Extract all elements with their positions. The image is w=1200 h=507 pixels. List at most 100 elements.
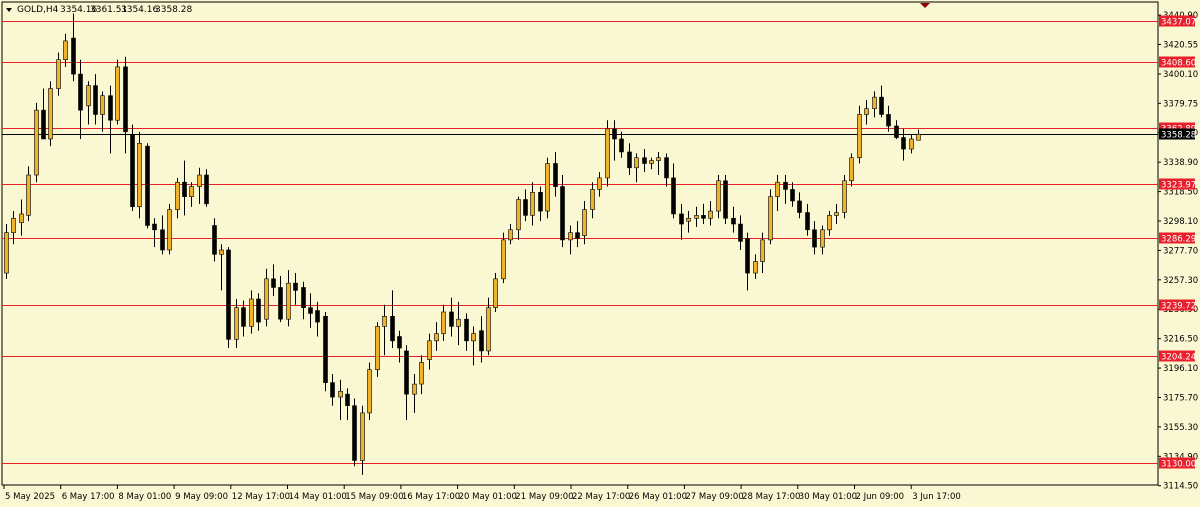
level-label: 3323.97 bbox=[1159, 178, 1196, 191]
candle-body-bull bbox=[694, 215, 699, 219]
candle-body-bear bbox=[805, 212, 810, 231]
candle-body-bear bbox=[894, 125, 899, 138]
x-tick-label: 16 May 17:00 bbox=[402, 492, 460, 502]
x-tick-label: 21 May 09:00 bbox=[515, 492, 573, 502]
candle-body-bull bbox=[189, 186, 194, 197]
candle-body-bear bbox=[627, 151, 632, 169]
low-value: 3354.16 bbox=[121, 5, 158, 15]
candle-body-bull bbox=[708, 210, 713, 219]
candle-body-bear bbox=[449, 311, 454, 327]
candle-body-bull bbox=[63, 40, 68, 60]
candle-body-bear bbox=[145, 145, 150, 226]
candle bbox=[48, 81, 53, 147]
candle-body-bull bbox=[427, 340, 432, 360]
candle-body-bull bbox=[827, 215, 832, 231]
x-tick-label: 28 May 17:00 bbox=[742, 492, 800, 502]
candle-body-bull bbox=[137, 142, 142, 208]
candle-body-bear bbox=[553, 163, 558, 187]
y-tick-label: 3420.55 bbox=[1163, 40, 1198, 50]
candle-body-bear bbox=[523, 199, 528, 216]
candle bbox=[501, 232, 506, 284]
candle-body-bear bbox=[78, 73, 83, 111]
candle-body-bull bbox=[768, 196, 773, 241]
candle-body-bear bbox=[812, 229, 817, 248]
candle-body-bear bbox=[797, 200, 802, 213]
candle-body-bear bbox=[345, 393, 350, 407]
level-label: 3204.24 bbox=[1159, 350, 1196, 363]
candle-body-bear bbox=[108, 95, 113, 121]
candle bbox=[352, 398, 357, 467]
candle-body-bear bbox=[278, 287, 283, 320]
y-tick-label: 3114.50 bbox=[1163, 482, 1198, 492]
chart-background bbox=[0, 0, 1200, 507]
x-tick-label: 9 May 09:00 bbox=[175, 492, 228, 502]
candle bbox=[545, 157, 550, 219]
candle-body-bear bbox=[330, 382, 335, 398]
candle-body-bull bbox=[834, 212, 839, 216]
candle-body-bull bbox=[412, 383, 417, 395]
candle-body-bull bbox=[382, 316, 387, 327]
candle-body-bull bbox=[219, 249, 224, 255]
candle-body-bear bbox=[723, 180, 728, 219]
candle-body-bull bbox=[753, 261, 758, 274]
candle-body-bull bbox=[501, 239, 506, 280]
candle bbox=[137, 131, 142, 219]
current-price-label: 3358.28 bbox=[1159, 128, 1196, 141]
candle-body-bear bbox=[464, 318, 469, 342]
candle-body-bull bbox=[115, 66, 120, 121]
candle-body-bear bbox=[701, 215, 706, 219]
candle-body-bull bbox=[760, 239, 765, 262]
candle-body-bull bbox=[19, 213, 24, 223]
x-tick-label: 15 May 09:00 bbox=[345, 492, 403, 502]
candle-body-bull bbox=[597, 177, 602, 190]
candle bbox=[375, 322, 380, 377]
candle-body-bear bbox=[41, 109, 46, 140]
level-label: 3239.72 bbox=[1159, 299, 1196, 312]
price-chart[interactable]: 3440.903420.553400.103379.753359.403338.… bbox=[0, 0, 1200, 507]
candle-body-bull bbox=[530, 192, 535, 216]
candle-body-bear bbox=[790, 189, 795, 202]
candle bbox=[167, 203, 172, 255]
candle-body-bear bbox=[619, 138, 624, 153]
level-label: 3130.00 bbox=[1159, 457, 1196, 470]
candle-body-bull bbox=[100, 95, 105, 115]
candle-body-bull bbox=[48, 88, 53, 140]
x-tick-label: 6 May 17:00 bbox=[62, 492, 115, 502]
candle-body-bull bbox=[11, 217, 16, 233]
candle-body-bear bbox=[241, 307, 246, 327]
level-label: 3286.29 bbox=[1159, 232, 1196, 245]
candle-body-bear bbox=[301, 287, 306, 308]
y-tick-label: 3257.30 bbox=[1163, 276, 1198, 286]
candle-body-bear bbox=[226, 249, 231, 340]
x-tick-label: 12 May 17:00 bbox=[232, 492, 290, 502]
candle-body-bull bbox=[909, 138, 914, 150]
level-label-text: 3323.97 bbox=[1161, 181, 1196, 191]
close-value: 3358.28 bbox=[155, 5, 192, 15]
candle-body-bear bbox=[479, 330, 484, 352]
candle bbox=[367, 362, 372, 421]
y-tick-label: 3277.70 bbox=[1163, 246, 1198, 256]
candle bbox=[130, 124, 135, 212]
candle-body-bull bbox=[456, 318, 461, 327]
symbol-info: GOLD,H4 3354.16 3361.51 3354.16 3358.28 bbox=[6, 5, 192, 15]
candle-body-bear bbox=[390, 316, 395, 342]
y-tick-label: 3298.10 bbox=[1163, 217, 1198, 227]
x-tick-label: 3 Jun 17:00 bbox=[912, 492, 961, 502]
candle-body-bull bbox=[360, 412, 365, 461]
level-label: 3437.07 bbox=[1159, 15, 1196, 28]
candle-body-bull bbox=[34, 109, 39, 176]
candle-body-bear bbox=[123, 66, 128, 133]
y-tick-label: 3379.75 bbox=[1163, 99, 1198, 109]
candle-body-bull bbox=[568, 232, 573, 241]
candle-body-bull bbox=[590, 189, 595, 210]
symbol-label: GOLD,H4 bbox=[17, 5, 59, 15]
y-tick-label: 3338.90 bbox=[1163, 158, 1198, 168]
candle-body-bull bbox=[471, 333, 476, 342]
candle-body-bull bbox=[167, 209, 172, 251]
candle-body-bear bbox=[152, 223, 157, 231]
candle-body-bear bbox=[783, 181, 788, 190]
candle-body-bull bbox=[686, 217, 691, 222]
candle-body-bear bbox=[397, 336, 402, 349]
candle-body-bull bbox=[264, 278, 269, 320]
candle bbox=[605, 120, 610, 187]
